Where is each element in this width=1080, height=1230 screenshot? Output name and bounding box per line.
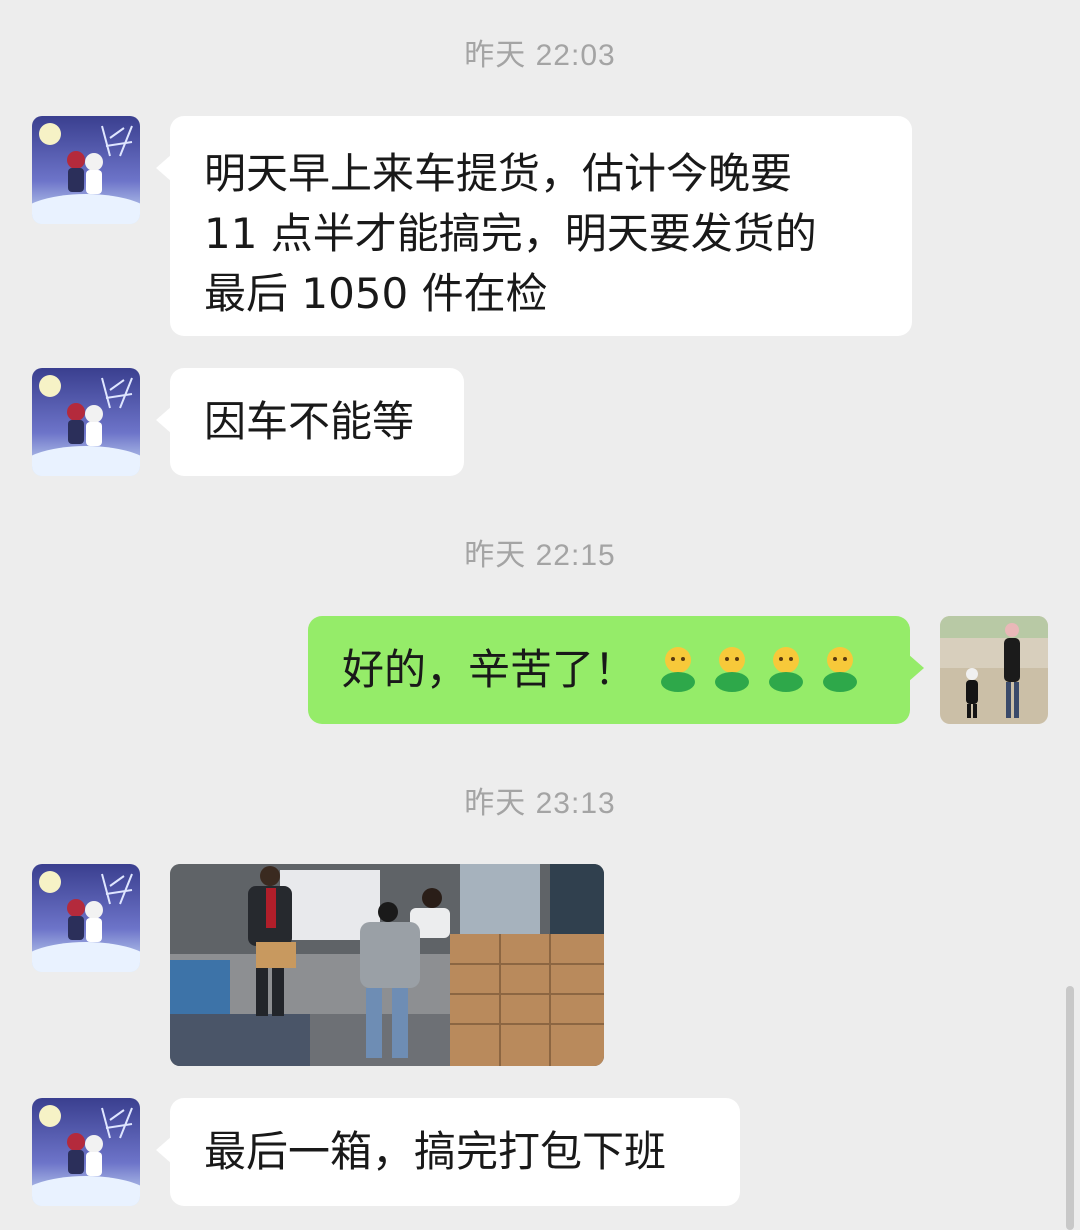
my-avatar-image — [940, 616, 1048, 724]
message-text: 最后 1050 件在检 — [204, 269, 548, 318]
contact-avatar[interactable] — [32, 368, 140, 476]
image-message[interactable] — [170, 864, 604, 1066]
contact-avatar-image — [32, 116, 140, 224]
scrollbar[interactable] — [1066, 986, 1074, 1230]
message-text: 好的，辛苦了！ — [342, 645, 637, 694]
timestamp: 昨天 22:03 — [464, 39, 616, 72]
smile-emoji-icon — [823, 647, 858, 692]
timestamp: 昨天 22:15 — [464, 539, 616, 572]
message-text: 明天早上来车提货，估计今晚要 — [204, 149, 793, 198]
message-text: 最后一箱，搞完打包下班 — [204, 1127, 667, 1176]
smile-emoji-icon — [769, 647, 804, 692]
timestamp: 昨天 23:13 — [464, 787, 616, 820]
message-text: 因车不能等 — [204, 397, 415, 446]
my-avatar[interactable] — [940, 616, 1048, 724]
contact-avatar-image — [32, 864, 140, 972]
smile-emoji-icon — [715, 647, 750, 692]
message-bubble[interactable]: 因车不能等 — [156, 368, 464, 476]
contact-avatar-image — [32, 1098, 140, 1206]
contact-avatar[interactable] — [32, 1098, 140, 1206]
message-bubble[interactable]: 最后一箱，搞完打包下班 — [156, 1098, 740, 1206]
contact-avatar[interactable] — [32, 864, 140, 972]
contact-avatar[interactable] — [32, 116, 140, 224]
message-text: 11 点半才能搞完，明天要发货的 — [204, 209, 817, 258]
message-bubble[interactable]: 明天早上来车提货，估计今晚要 11 点半才能搞完，明天要发货的 最后 1050 … — [156, 116, 912, 336]
smile-emoji-icon — [661, 647, 696, 692]
message-line: 好的，辛苦了！ — [342, 640, 876, 700]
warehouse-photo — [170, 864, 604, 1066]
message-bubble-outgoing[interactable]: 好的，辛苦了！ — [308, 616, 924, 724]
contact-avatar-image — [32, 368, 140, 476]
